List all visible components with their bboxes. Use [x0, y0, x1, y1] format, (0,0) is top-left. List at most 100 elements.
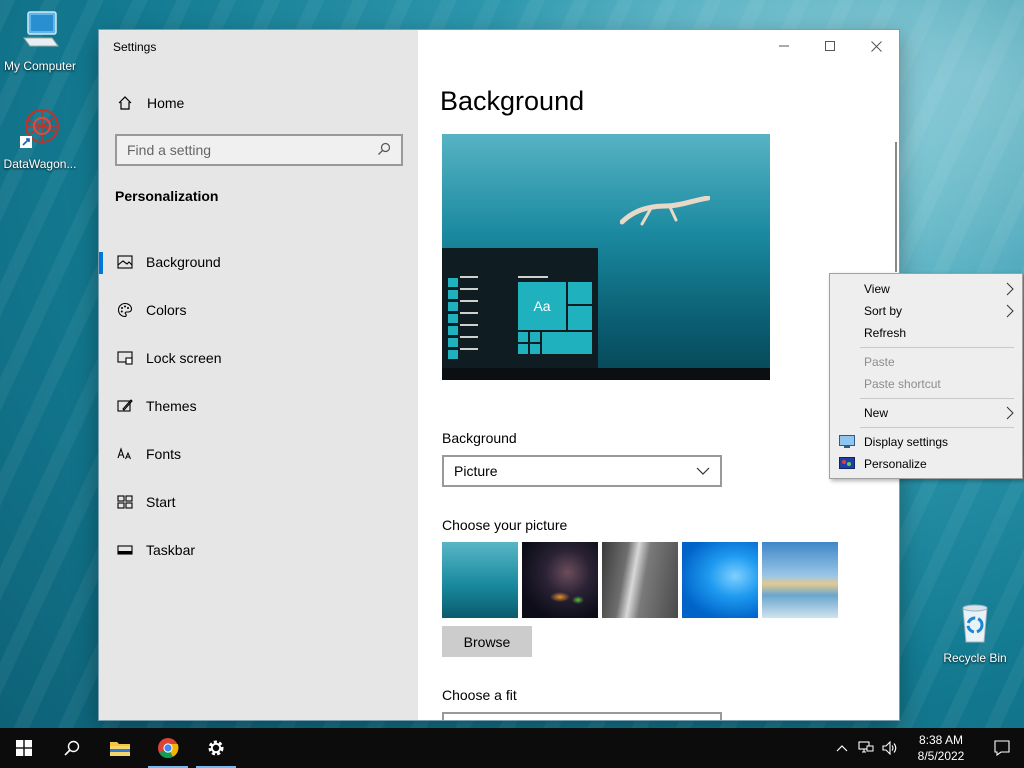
- page-title: Background: [440, 86, 585, 116]
- choose-picture-label: Choose your picture: [442, 517, 568, 533]
- computer-icon: [23, 11, 59, 47]
- clock[interactable]: 8:38 AM 8/5/2022: [902, 732, 980, 764]
- file-explorer-button[interactable]: [96, 728, 144, 768]
- background-type-dropdown[interactable]: Picture: [442, 455, 722, 487]
- background-preview: Aa: [442, 134, 770, 380]
- thumbnail-beach-rocks[interactable]: [762, 542, 838, 618]
- search-input[interactable]: Find a setting: [115, 134, 403, 166]
- minimize-button[interactable]: [761, 30, 807, 62]
- window-title: Settings: [113, 40, 157, 54]
- caption-buttons: [761, 30, 899, 62]
- preview-start-menu: Aa: [442, 248, 598, 370]
- sidebar-item-label: Colors: [146, 302, 187, 318]
- close-button[interactable]: [853, 30, 899, 62]
- browse-button[interactable]: Browse: [442, 626, 532, 657]
- preview-taskbar: [442, 368, 770, 380]
- sidebar-item-lock-screen[interactable]: Lock screen: [99, 334, 418, 382]
- background-label: Background: [442, 430, 517, 446]
- network-icon: [858, 741, 874, 753]
- notification-icon: [994, 740, 1010, 756]
- minimize-icon: [779, 45, 789, 47]
- chrome-button[interactable]: [144, 728, 192, 768]
- maximize-button[interactable]: [807, 30, 853, 62]
- sidebar-item-label: Lock screen: [146, 350, 222, 366]
- thumbnail-night-sky[interactable]: [522, 542, 598, 618]
- action-center-button[interactable]: [980, 728, 1024, 768]
- chevron-up-icon: [836, 745, 848, 752]
- menu-separator: [860, 347, 1014, 348]
- close-icon: [870, 40, 882, 52]
- personalize-icon: [839, 457, 855, 469]
- settings-content: Background Aa Background Picture Choose …: [418, 30, 899, 720]
- search-icon: [377, 142, 391, 159]
- lock-screen-icon: [115, 348, 135, 368]
- thumbnail-windows-logo[interactable]: [682, 542, 758, 618]
- chevron-right-icon: [1006, 282, 1014, 296]
- search-placeholder: Find a setting: [127, 142, 212, 158]
- nav-home[interactable]: Home: [115, 92, 184, 114]
- clock-date: 8/5/2022: [917, 749, 965, 763]
- menu-item-view[interactable]: View: [830, 278, 1022, 300]
- taskbar-icon: [115, 540, 135, 560]
- palette-icon: [115, 300, 135, 320]
- clock-time: 8:38 AM: [918, 733, 964, 747]
- folder-icon: [110, 742, 130, 756]
- settings-sidebar: Settings Home Find a setting Personaliza…: [99, 30, 418, 720]
- desktop-icon-label: Recycle Bin: [943, 651, 1007, 665]
- settings-taskbar-button[interactable]: [192, 728, 240, 768]
- dropdown-value: Picture: [454, 463, 498, 479]
- sidebar-item-label: Fonts: [146, 446, 182, 462]
- taskbar: 8:38 AM 8/5/2022: [0, 728, 1024, 768]
- chevron-right-icon: [1006, 304, 1014, 318]
- fit-dropdown[interactable]: [442, 712, 722, 720]
- chrome-icon: [158, 738, 179, 759]
- sidebar-item-label: Themes: [146, 398, 197, 414]
- gear-icon: [208, 740, 224, 756]
- menu-item-label: New: [864, 406, 889, 420]
- menu-item-label: Personalize: [864, 457, 927, 471]
- desktop-icon-my-computer[interactable]: My Computer: [0, 8, 80, 73]
- sidebar-item-fonts[interactable]: Fonts: [99, 430, 418, 478]
- search-button[interactable]: [48, 728, 96, 768]
- recycle-bin-icon: [962, 604, 988, 643]
- desktop-icon-recycle-bin[interactable]: Recycle Bin: [935, 600, 1015, 665]
- display-icon: [839, 435, 855, 448]
- network-button[interactable]: [854, 728, 878, 768]
- menu-item-label: Paste: [864, 355, 895, 369]
- thumbnail-underwater[interactable]: [442, 542, 518, 618]
- maximize-icon: [825, 41, 835, 51]
- sidebar-item-colors[interactable]: Colors: [99, 286, 418, 334]
- sidebar-item-themes[interactable]: Themes: [99, 382, 418, 430]
- picture-thumbnails: [442, 542, 838, 618]
- menu-item-personalize[interactable]: Personalize: [830, 453, 1022, 475]
- content-scrollbar[interactable]: [895, 142, 897, 272]
- start-button[interactable]: [0, 728, 48, 768]
- sidebar-item-label: Taskbar: [146, 542, 196, 558]
- menu-item-display-settings[interactable]: Display settings: [830, 431, 1022, 453]
- thumbnail-rock-waterfall[interactable]: [602, 542, 678, 618]
- themes-icon: [115, 396, 135, 416]
- sidebar-item-start[interactable]: Start: [99, 478, 418, 526]
- show-hidden-icons-button[interactable]: [830, 728, 854, 768]
- menu-item-label: Display settings: [864, 435, 949, 449]
- menu-item-label: Paste shortcut: [864, 377, 941, 391]
- menu-item-sort-by[interactable]: Sort by: [830, 300, 1022, 322]
- personalization-nav: Background Colors Lock screen Themes Fon…: [99, 238, 418, 574]
- preview-tile: Aa: [518, 282, 566, 330]
- chevron-down-icon: [696, 467, 710, 475]
- start-icon: [115, 492, 135, 512]
- sidebar-item-taskbar[interactable]: Taskbar: [99, 526, 418, 574]
- sidebar-item-background[interactable]: Background: [99, 238, 418, 286]
- menu-separator: [860, 427, 1014, 428]
- menu-separator: [860, 398, 1014, 399]
- volume-button[interactable]: [878, 728, 902, 768]
- sidebar-item-label: Start: [146, 494, 176, 510]
- menu-item-label: Refresh: [864, 326, 907, 340]
- menu-item-new[interactable]: New: [830, 402, 1022, 424]
- desktop-icon-datawagon[interactable]: DataWagon...: [0, 106, 80, 171]
- settings-window: Settings Home Find a setting Personaliza…: [99, 30, 899, 720]
- menu-item-refresh[interactable]: Refresh: [830, 322, 1022, 344]
- sidebar-item-label: Background: [146, 254, 221, 270]
- system-tray: 8:38 AM 8/5/2022: [830, 728, 1024, 768]
- menu-item-paste-shortcut: Paste shortcut: [830, 373, 1022, 395]
